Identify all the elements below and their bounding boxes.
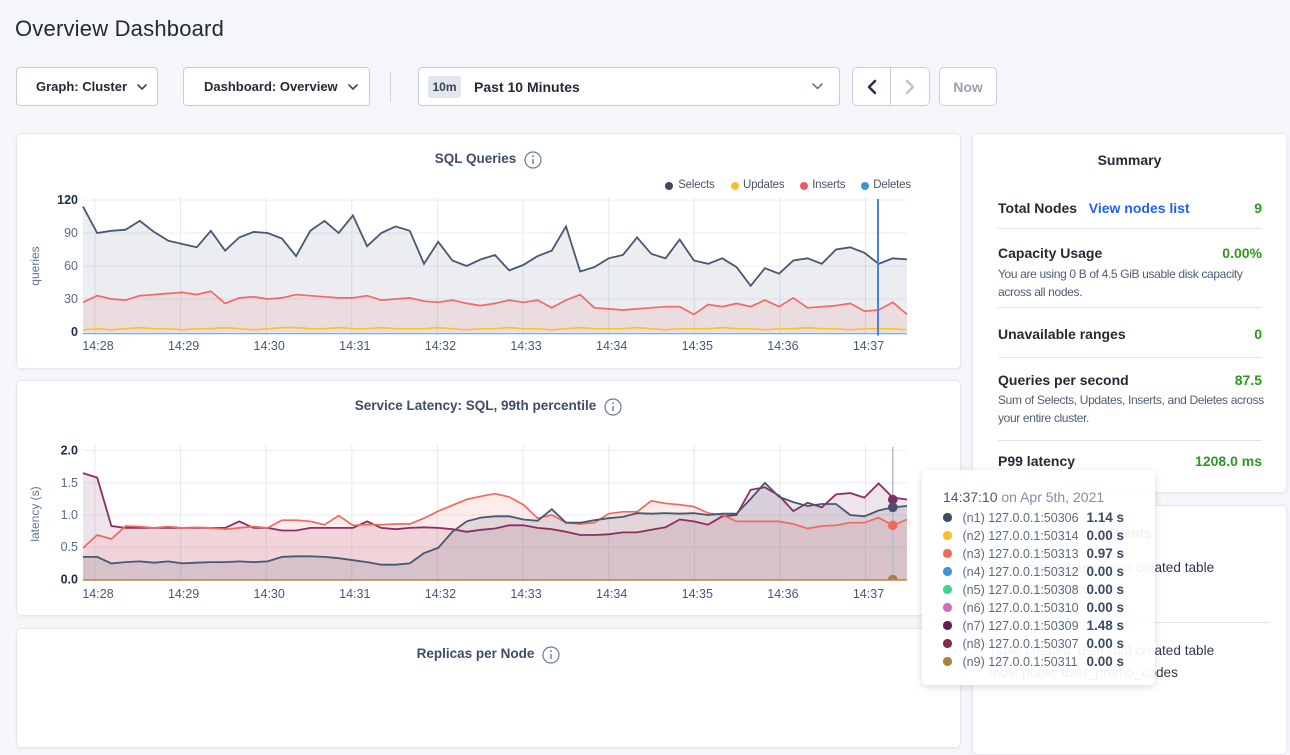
svg-text:14:28: 14:28 bbox=[82, 587, 113, 601]
svg-text:14:36: 14:36 bbox=[767, 587, 798, 601]
svg-text:0: 0 bbox=[71, 325, 78, 339]
svg-text:14:37: 14:37 bbox=[853, 339, 884, 353]
svg-text:14:28: 14:28 bbox=[82, 339, 113, 353]
svg-text:90: 90 bbox=[64, 226, 78, 240]
svg-text:14:30: 14:30 bbox=[254, 587, 285, 601]
svg-text:14:34: 14:34 bbox=[596, 339, 627, 353]
svg-text:14:35: 14:35 bbox=[682, 587, 713, 601]
svg-text:14:35: 14:35 bbox=[682, 339, 713, 353]
svg-text:14:34: 14:34 bbox=[596, 587, 627, 601]
svg-text:14:29: 14:29 bbox=[168, 587, 199, 601]
svg-text:14:31: 14:31 bbox=[339, 587, 370, 601]
svg-text:1.0: 1.0 bbox=[61, 508, 78, 522]
svg-text:14:33: 14:33 bbox=[510, 587, 541, 601]
svg-text:latency (s): latency (s) bbox=[28, 486, 42, 541]
svg-text:queries: queries bbox=[28, 246, 42, 285]
svg-text:14:29: 14:29 bbox=[168, 339, 199, 353]
svg-text:30: 30 bbox=[64, 292, 78, 306]
svg-text:14:37: 14:37 bbox=[853, 587, 884, 601]
svg-text:14:32: 14:32 bbox=[425, 339, 456, 353]
svg-text:2.0: 2.0 bbox=[61, 444, 78, 458]
svg-text:60: 60 bbox=[64, 259, 78, 273]
svg-text:14:32: 14:32 bbox=[425, 587, 456, 601]
svg-text:14:30: 14:30 bbox=[254, 339, 285, 353]
svg-text:14:36: 14:36 bbox=[767, 339, 798, 353]
svg-text:1.5: 1.5 bbox=[61, 476, 78, 490]
svg-text:0.5: 0.5 bbox=[61, 540, 78, 554]
svg-text:14:33: 14:33 bbox=[510, 339, 541, 353]
svg-text:14:31: 14:31 bbox=[339, 339, 370, 353]
svg-text:120: 120 bbox=[57, 193, 78, 207]
svg-text:0.0: 0.0 bbox=[61, 573, 78, 587]
